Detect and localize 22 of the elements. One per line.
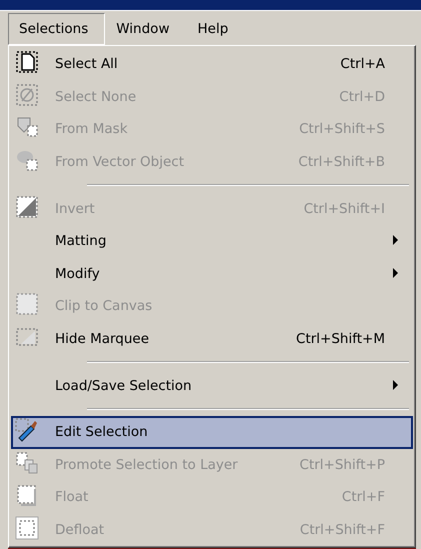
menu-bar-item[interactable]: Help xyxy=(186,13,246,45)
menu-bar-item[interactable]: Window xyxy=(105,13,186,45)
canvas-icon xyxy=(15,292,39,316)
submenu-arrow-icon xyxy=(393,380,399,390)
prohibited-icon xyxy=(15,82,39,107)
selection-icon xyxy=(15,516,39,540)
menu-item[interactable]: Edit Selection xyxy=(11,416,413,449)
layers-icon xyxy=(15,450,39,475)
menu-bar-item[interactable]: Selections xyxy=(8,13,106,45)
mask-icon xyxy=(15,115,39,140)
shape-icon xyxy=(15,148,39,172)
menu-item[interactable]: Select All Ctrl+A xyxy=(11,48,413,81)
invert-icon xyxy=(15,194,39,219)
page-icon xyxy=(15,50,39,74)
menu-item[interactable]: Hide Marquee Ctrl+Shift+M xyxy=(11,322,413,356)
menu-item[interactable]: Matting xyxy=(11,224,413,258)
submenu-arrow-icon xyxy=(393,235,399,246)
brush-icon xyxy=(15,418,39,442)
submenu-arrow-icon xyxy=(393,268,399,278)
menu-item[interactable]: Load/Save Selection xyxy=(11,369,413,402)
menu-item[interactable]: Modify xyxy=(11,258,413,290)
selection-icon xyxy=(15,483,39,508)
